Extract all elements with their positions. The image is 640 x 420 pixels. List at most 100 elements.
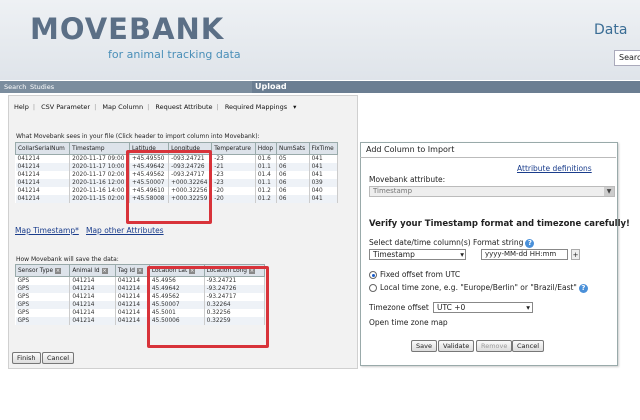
table-cell: 01.4 (255, 171, 278, 179)
table-cell: -20 (211, 187, 256, 195)
table-cell: GPS (15, 317, 71, 325)
table-cell: 041 (309, 163, 339, 171)
table-cell: 040 (309, 187, 339, 195)
chevron-down-icon: ▾ (526, 303, 530, 312)
column-header[interactable]: NumSats (276, 142, 310, 155)
radio-unselected-icon[interactable] (369, 284, 377, 292)
dialog-title: Add Column to Import (366, 145, 455, 154)
remove-column-icon[interactable]: × (55, 267, 62, 274)
table-cell: 06 (276, 163, 310, 171)
header-search-input[interactable]: Searc (614, 50, 640, 66)
menu-request-attribute[interactable]: Request Attribute (155, 103, 212, 111)
table-cell: 06 (276, 187, 310, 195)
header-data-title: Data (594, 22, 628, 38)
finish-button[interactable]: Finish (12, 352, 41, 364)
table-cell: 2020-11-15 02:00 (69, 195, 130, 203)
remove-column-icon[interactable]: × (101, 267, 108, 274)
menu-required-mappings[interactable]: Required Mappings (225, 103, 287, 111)
logo-tagline: for animal tracking data (108, 48, 241, 61)
movebank-attribute-label: Movebank attribute: (369, 175, 446, 184)
table-cell: 06 (276, 179, 310, 187)
table-cell: 041214 (69, 285, 116, 293)
table-cell: 05 (276, 154, 310, 163)
upload-menu-bar: Help | CSV Parameter | Map Column | Request… (14, 103, 297, 111)
add-column-plus-icon[interactable]: + (571, 249, 580, 260)
table-cell: 041214 (15, 187, 71, 195)
format-string-input[interactable]: yyyy-MM-dd HH:mm (481, 249, 568, 260)
table-cell: -21 (211, 163, 256, 171)
map-other-attributes-link[interactable]: Map other Attributes (86, 226, 164, 235)
remove-button: Remove (476, 340, 513, 352)
column-header[interactable]: Temperature (211, 142, 256, 155)
table-cell: 041214 (15, 163, 71, 171)
dialog-cancel-button[interactable]: Cancel (512, 340, 545, 352)
table-cell: -23 (211, 154, 256, 163)
table-cell: 01.1 (255, 179, 278, 187)
table-cell: 041 (309, 195, 339, 203)
remove-column-icon[interactable]: × (136, 267, 143, 274)
menu-help[interactable]: Help (14, 103, 29, 111)
help-icon[interactable]: ? (578, 284, 588, 293)
table-cell: GPS (15, 301, 71, 309)
dialog-divider (360, 157, 616, 158)
upload-tab-label: Upload (255, 82, 287, 91)
chevron-down-icon: ▼ (604, 187, 614, 196)
map-timestamp-link[interactable]: Map Timestamp* (15, 226, 79, 235)
attribute-definitions-link[interactable]: Attribute definitions (517, 164, 592, 173)
table-cell: -23 (211, 179, 256, 187)
table-cell: 041214 (69, 309, 116, 317)
table-cell: 041214 (69, 276, 116, 285)
table-cell: 041214 (69, 301, 116, 309)
verify-heading: Verify your Timestamp format and timezon… (369, 219, 630, 229)
movebank-logo[interactable]: MOVEBANK (30, 12, 224, 46)
table-cell: 01.2 (255, 187, 278, 195)
radio-selected-icon[interactable] (369, 271, 377, 279)
column-header[interactable]: Sensor Type × (14, 264, 71, 277)
upload-tab[interactable] (252, 81, 640, 93)
table-cell: 041214 (69, 293, 116, 301)
validate-button[interactable]: Validate (438, 340, 475, 352)
column-header[interactable]: Tag Id × (114, 264, 150, 277)
table-cell: -20 (211, 195, 256, 203)
table-cell: GPS (15, 285, 71, 293)
table-cell: 041214 (115, 301, 150, 309)
timezone-offset-select[interactable]: UTC +0 ▾ (433, 302, 533, 313)
nav-studies-link[interactable]: Studies (30, 83, 54, 91)
table-cell: 041214 (115, 317, 150, 325)
chevron-down-icon[interactable]: ▾ (293, 103, 296, 111)
table-cell: 01.6 (255, 154, 278, 163)
column-header[interactable]: FixTime (308, 142, 339, 155)
nav-search-link[interactable]: Search (4, 83, 26, 91)
table-cell: 041214 (115, 309, 150, 317)
table-cell: 041214 (15, 154, 71, 163)
column-header[interactable]: Timestamp (69, 142, 130, 155)
open-timezone-map-text[interactable]: Open time zone map (369, 318, 448, 327)
local-timezone-option[interactable]: Local time zone, e.g. "Europe/Berlin" or… (369, 283, 588, 293)
movebank-attribute-select[interactable]: Timestamp ▼ (369, 186, 615, 197)
chevron-down-icon: ▾ (460, 250, 464, 259)
help-icon[interactable]: ? (525, 239, 535, 248)
table-cell: 2020-11-16 14:00 (69, 187, 130, 195)
save-button[interactable]: Save (411, 340, 437, 352)
table-cell: -23 (211, 171, 256, 179)
menu-csv-parameter[interactable]: CSV Parameter (41, 103, 90, 111)
highlight-box-file-coordinates (126, 150, 212, 224)
table-cell: 041214 (15, 179, 71, 187)
datetime-column-select[interactable]: Timestamp ▾ (369, 249, 466, 260)
cancel-button[interactable]: Cancel (42, 352, 75, 364)
table-cell: GPS (15, 309, 71, 317)
table-cell: 041214 (115, 276, 150, 285)
table-cell: GPS (15, 293, 71, 301)
table-cell: 041214 (115, 293, 150, 301)
column-header[interactable]: Animal Id × (69, 264, 116, 277)
table-cell: 041214 (15, 195, 71, 203)
menu-map-column[interactable]: Map Column (102, 103, 143, 111)
table-cell: 06 (276, 171, 310, 179)
table-cell: 041214 (69, 317, 116, 325)
table-cell: 01.2 (255, 195, 278, 203)
table-cell: 041 (309, 171, 339, 179)
table-cell: 01.1 (255, 163, 278, 171)
column-header[interactable]: CollarSerialNum (14, 142, 71, 155)
fixed-offset-option[interactable]: Fixed offset from UTC (369, 270, 460, 279)
column-header[interactable]: Hdop (254, 142, 278, 155)
